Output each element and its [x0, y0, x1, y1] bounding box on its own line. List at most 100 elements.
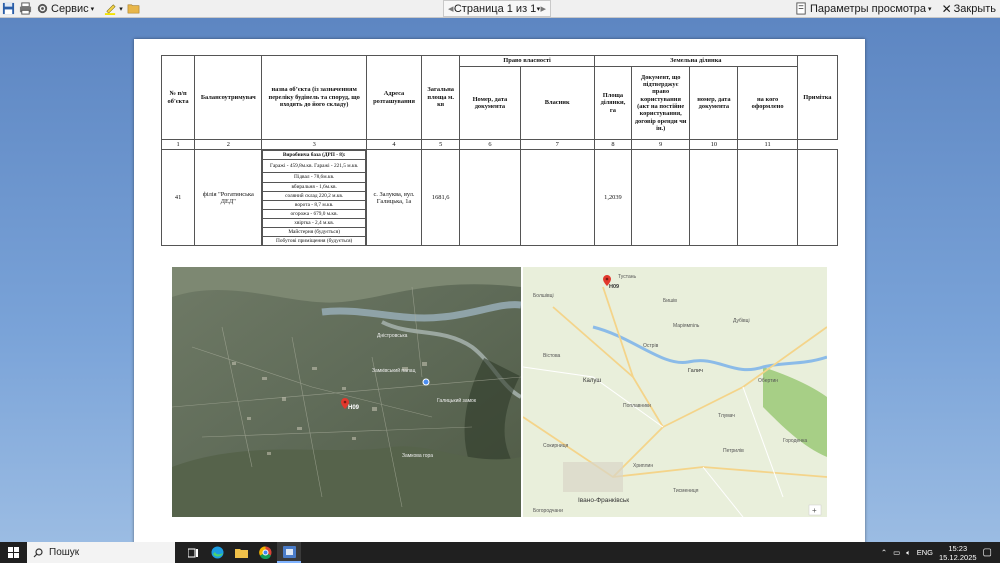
clock[interactable]: 15:23 15.12.2025	[939, 544, 977, 562]
city-label: Тлумач	[718, 413, 735, 419]
view-params-button[interactable]: Параметры просмотра ▾	[793, 1, 934, 17]
city-label: Маріямпіль	[673, 323, 700, 329]
save-button[interactable]	[0, 1, 17, 17]
city-label: Вістова	[543, 353, 561, 359]
road-map[interactable]: Тустань Бишів Болшівці Маріямпіль Калуш …	[523, 267, 827, 517]
sat-label: Замківський палац	[372, 367, 416, 374]
city-label: Бишів	[663, 298, 677, 304]
sat-label: Галицький замок	[437, 397, 477, 404]
sat-label: Замкова гора	[402, 453, 433, 459]
row-area: 1681,6	[421, 149, 461, 247]
clock-time: 15:23	[948, 543, 968, 553]
property-table: № п/п об'єкта Балансоутримувач назва об’…	[160, 55, 839, 247]
chrome-app[interactable]	[253, 542, 277, 563]
col-number: 1	[160, 138, 196, 151]
city-label: Тисмениця	[673, 488, 699, 494]
col-land-doc-num-header: номер, дата документа	[689, 66, 739, 140]
city-label: Сокирниця	[543, 443, 569, 449]
right-toolbar: Параметры просмотра ▾ ✕ Закрыть	[793, 0, 998, 17]
city-label: Богородчани	[533, 508, 563, 514]
col-number: 10	[689, 138, 739, 151]
list-item: Майстерня (будується)	[262, 226, 366, 237]
col-number: 3	[261, 138, 367, 151]
prev-page-icon[interactable]: ◂	[448, 2, 454, 15]
next-page-icon[interactable]: ▸	[540, 2, 546, 15]
city-label: Івано-Франківськ	[578, 496, 629, 504]
col-owner-header: Власник	[519, 66, 595, 140]
list-item: Побутові приміщення (будується)	[262, 235, 366, 246]
volume-icon[interactable]: 🔈︎	[906, 548, 911, 558]
row-objects-cell: Виробнича база (ДРП - 8): Гаражі - 459,8…	[261, 149, 367, 247]
col-land-area-header: Площа ділянки, га	[593, 66, 633, 140]
viewer-app[interactable]	[277, 542, 301, 563]
objects-title: Виробнича база (ДРП - 8):	[262, 150, 366, 161]
table-row: 41 філія "Рогатинська ДЕД" Виробнича баз…	[160, 149, 839, 247]
road-map-image: Тустань Бишів Болшівці Маріямпіль Калуш …	[523, 267, 827, 517]
clock-date: 15.12.2025	[939, 552, 977, 562]
list-item: Підвал - 78,6м.кв.	[262, 172, 366, 183]
city-label: Тустань	[618, 274, 636, 280]
network-icon[interactable]: ▭	[893, 548, 900, 557]
chrome-icon	[258, 546, 271, 559]
col-number: 4	[365, 138, 423, 151]
row-registered	[737, 149, 798, 247]
task-view-button[interactable]	[181, 542, 205, 563]
view-params-icon	[796, 2, 806, 15]
service-menu[interactable]: Сервис ▾	[34, 1, 96, 17]
explorer-app[interactable]	[229, 542, 253, 563]
col-own-doc-header: Номер, дата документа	[459, 66, 521, 140]
page-indicator[interactable]: Страница 1 из 1	[454, 3, 536, 15]
zoom-label: +	[812, 506, 817, 515]
row-owner	[519, 149, 595, 247]
windows-logo-icon	[8, 547, 19, 558]
list-item: огорожа - 679,0 м.кв.	[262, 208, 366, 219]
edge-icon	[211, 546, 223, 559]
view-params-label: Параметры просмотра	[809, 2, 927, 15]
viewer-toolbar: Сервис ▾ ▾ ◂ Страница 1 из 1 ▾ ▸ Парамет…	[0, 0, 1000, 18]
windows-taskbar: Пошук ⌃ ▭ 🔈︎ ENG 15:23 15.12.2025 ▢	[0, 542, 1000, 563]
land-group-header: Земельна ділянка	[593, 55, 798, 67]
marker-label: Н09	[609, 284, 619, 290]
print-button[interactable]	[17, 1, 34, 17]
col-number: 11	[737, 138, 798, 151]
col-num-header: № п/п об'єкта	[160, 55, 196, 140]
print-icon	[19, 2, 32, 15]
chevron-down-icon: ▾	[928, 5, 932, 13]
list-item: Гаражі - 459,8м.кв. Гаражі - 221,5 м.кв.	[262, 159, 366, 174]
city-label: Городенка	[783, 438, 807, 444]
document-workspace: № п/п об'єкта Балансоутримувач назва об’…	[0, 18, 1000, 557]
edge-app[interactable]	[205, 542, 229, 563]
search-icon	[33, 547, 43, 557]
chevron-down-icon: ▾	[90, 5, 95, 13]
col-number: 5	[421, 138, 461, 151]
folder-icon	[127, 4, 140, 14]
close-button[interactable]: ✕ Закрыть	[940, 1, 998, 17]
objects-list: Виробнича база (ДРП - 8): Гаражі - 459,8…	[262, 150, 366, 246]
satellite-image: Дністровська Замківський палац Галицький…	[172, 267, 521, 517]
location-dot-icon	[422, 378, 430, 386]
chevron-up-icon[interactable]: ⌃	[881, 548, 887, 557]
page-navigator: ◂ Страница 1 из 1 ▾ ▸	[443, 0, 551, 17]
open-folder-button[interactable]	[125, 1, 142, 17]
row-note	[796, 149, 839, 247]
folder-icon	[234, 549, 248, 558]
city-label: Обертин	[758, 378, 778, 384]
col-area-header: Загальна площа м. кв	[421, 55, 461, 140]
row-address: с. Залуква, вул. Галицька, 1а	[365, 149, 423, 247]
task-view-icon	[187, 548, 198, 557]
notifications-icon[interactable]: ▢	[983, 547, 992, 558]
satellite-map[interactable]: Дністровська Замківський палац Галицький…	[172, 267, 521, 517]
col-name-header: назва об’єкта (із зазначенням переліку б…	[261, 55, 367, 140]
chevron-down-icon: ▾	[119, 5, 123, 13]
viewer-app-icon	[282, 545, 296, 558]
language-indicator[interactable]: ENG	[917, 548, 933, 557]
search-placeholder: Пошук	[49, 547, 80, 558]
city-label: Хриплин	[633, 463, 653, 469]
city-label: Калуш	[583, 378, 601, 384]
highlight-button[interactable]: ▾	[102, 1, 125, 17]
col-registered-header: на кого оформлено	[737, 66, 798, 140]
start-button[interactable]	[0, 542, 27, 563]
list-item: хвіртка - 2,4 м.кв.	[262, 217, 366, 228]
taskbar-search[interactable]: Пошук	[27, 542, 175, 563]
city-label: Острів	[643, 343, 659, 349]
